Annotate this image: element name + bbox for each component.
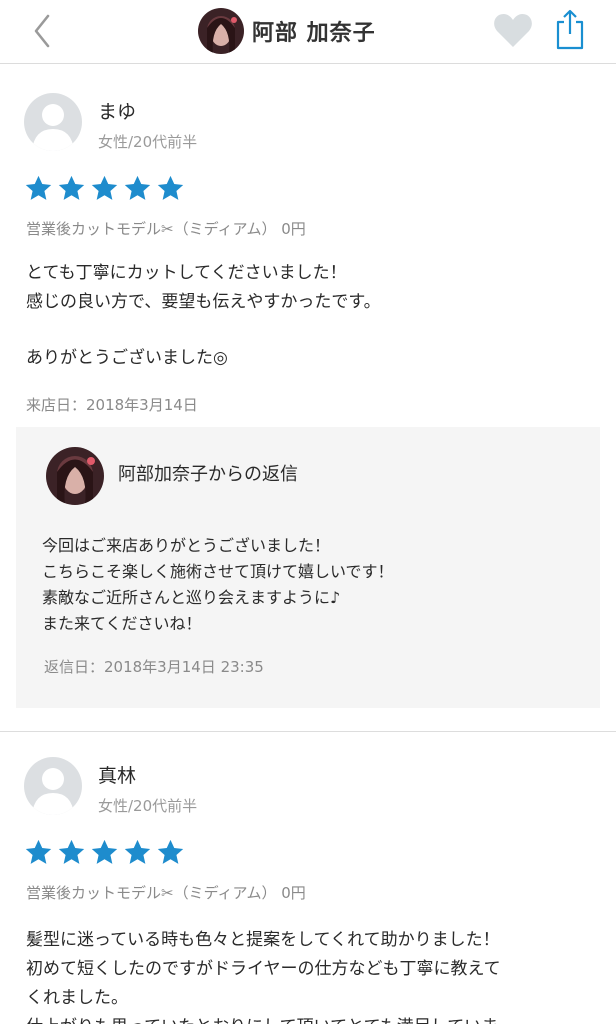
user-avatar [24, 757, 82, 815]
chevron-left-icon [34, 14, 50, 48]
review-body: とても丁寧にカットしてくださいました！ 感じの良い方で、要望も伝えやすかったです… [26, 259, 381, 373]
review-line [26, 317, 381, 344]
default-user-icon [32, 768, 74, 815]
star-icon [25, 839, 52, 864]
menu-label: 営業後カットモデル✂︎（ミディアム） 0円 [26, 220, 306, 238]
share-button[interactable] [554, 8, 586, 52]
visit-date: 来店日：2018年3月14日 [26, 396, 198, 414]
review-line: 初めて短くしたのですがドライヤーの仕方なども丁寧に教えて [26, 959, 501, 979]
star-icon [58, 175, 85, 200]
review-line: とても丁寧にカットしてくださいました！ [26, 263, 347, 283]
reply-body: 今回はご来店ありがとうございました！ こちらこそ楽しく施術させて頂けて嬉しいです… [42, 533, 394, 637]
back-button[interactable] [28, 12, 58, 50]
reply-line: こちらこそ楽しく施術させて頂けて嬉しいです！ [42, 562, 394, 581]
favorite-button[interactable] [492, 12, 534, 50]
star-icon [91, 839, 118, 864]
reply-line: 素敵なご近所さんと巡り会えますように♪ [42, 588, 341, 607]
heart-icon [494, 14, 532, 47]
reply-line: 今回はご来店ありがとうございました！ [42, 536, 331, 555]
reply-line: また来てくださいね！ [42, 614, 202, 633]
menu-label: 営業後カットモデル✂︎（ミディアム） 0円 [26, 884, 306, 902]
stylist-avatar [198, 8, 244, 54]
reviewer-meta: 女性/20代前半 [98, 797, 198, 815]
star-icon [124, 175, 151, 200]
star-rating [24, 838, 185, 867]
reviewer-name: まゆ [98, 101, 137, 123]
stylist-avatar [46, 447, 104, 505]
star-icon [157, 175, 184, 200]
star-icon [157, 839, 184, 864]
page-title: 阿部 加奈子 [252, 21, 376, 46]
star-icon [25, 175, 52, 200]
star-icon [91, 175, 118, 200]
reply-title: 阿部加奈子からの返信 [118, 464, 298, 485]
review-line: 感じの良い方で、要望も伝えやすかったです。 [26, 292, 381, 312]
star-icon [58, 839, 85, 864]
review-line: 仕上がりも思っていたとおりにして頂いてとても満足していま [26, 1013, 501, 1024]
stylist-reply: 阿部加奈子からの返信 今回はご来店ありがとうございました！ こちらこそ楽しく施術… [16, 427, 600, 708]
default-user-icon [32, 104, 74, 151]
share-icon [556, 9, 584, 50]
reviewer-meta: 女性/20代前半 [98, 133, 198, 151]
star-rating [24, 174, 185, 203]
star-icon [124, 839, 151, 864]
reviewer-name: 真林 [98, 765, 137, 787]
review-line: 髪型に迷っている時も色々と提案をしてくれて助かりました！ [26, 930, 500, 950]
divider [0, 731, 616, 732]
review-body: 髪型に迷っている時も色々と提案をしてくれて助かりました！ 初めて短くしたのですが… [26, 926, 501, 1024]
review-line: くれました。 [26, 988, 128, 1008]
stylist-title: 阿部 加奈子 [198, 8, 376, 54]
review-line: ありがとうございました◎ [26, 348, 228, 368]
app-header: 阿部 加奈子 [0, 0, 616, 64]
user-avatar [24, 93, 82, 151]
reply-date: 返信日：2018年3月14日 23:35 [44, 658, 264, 676]
